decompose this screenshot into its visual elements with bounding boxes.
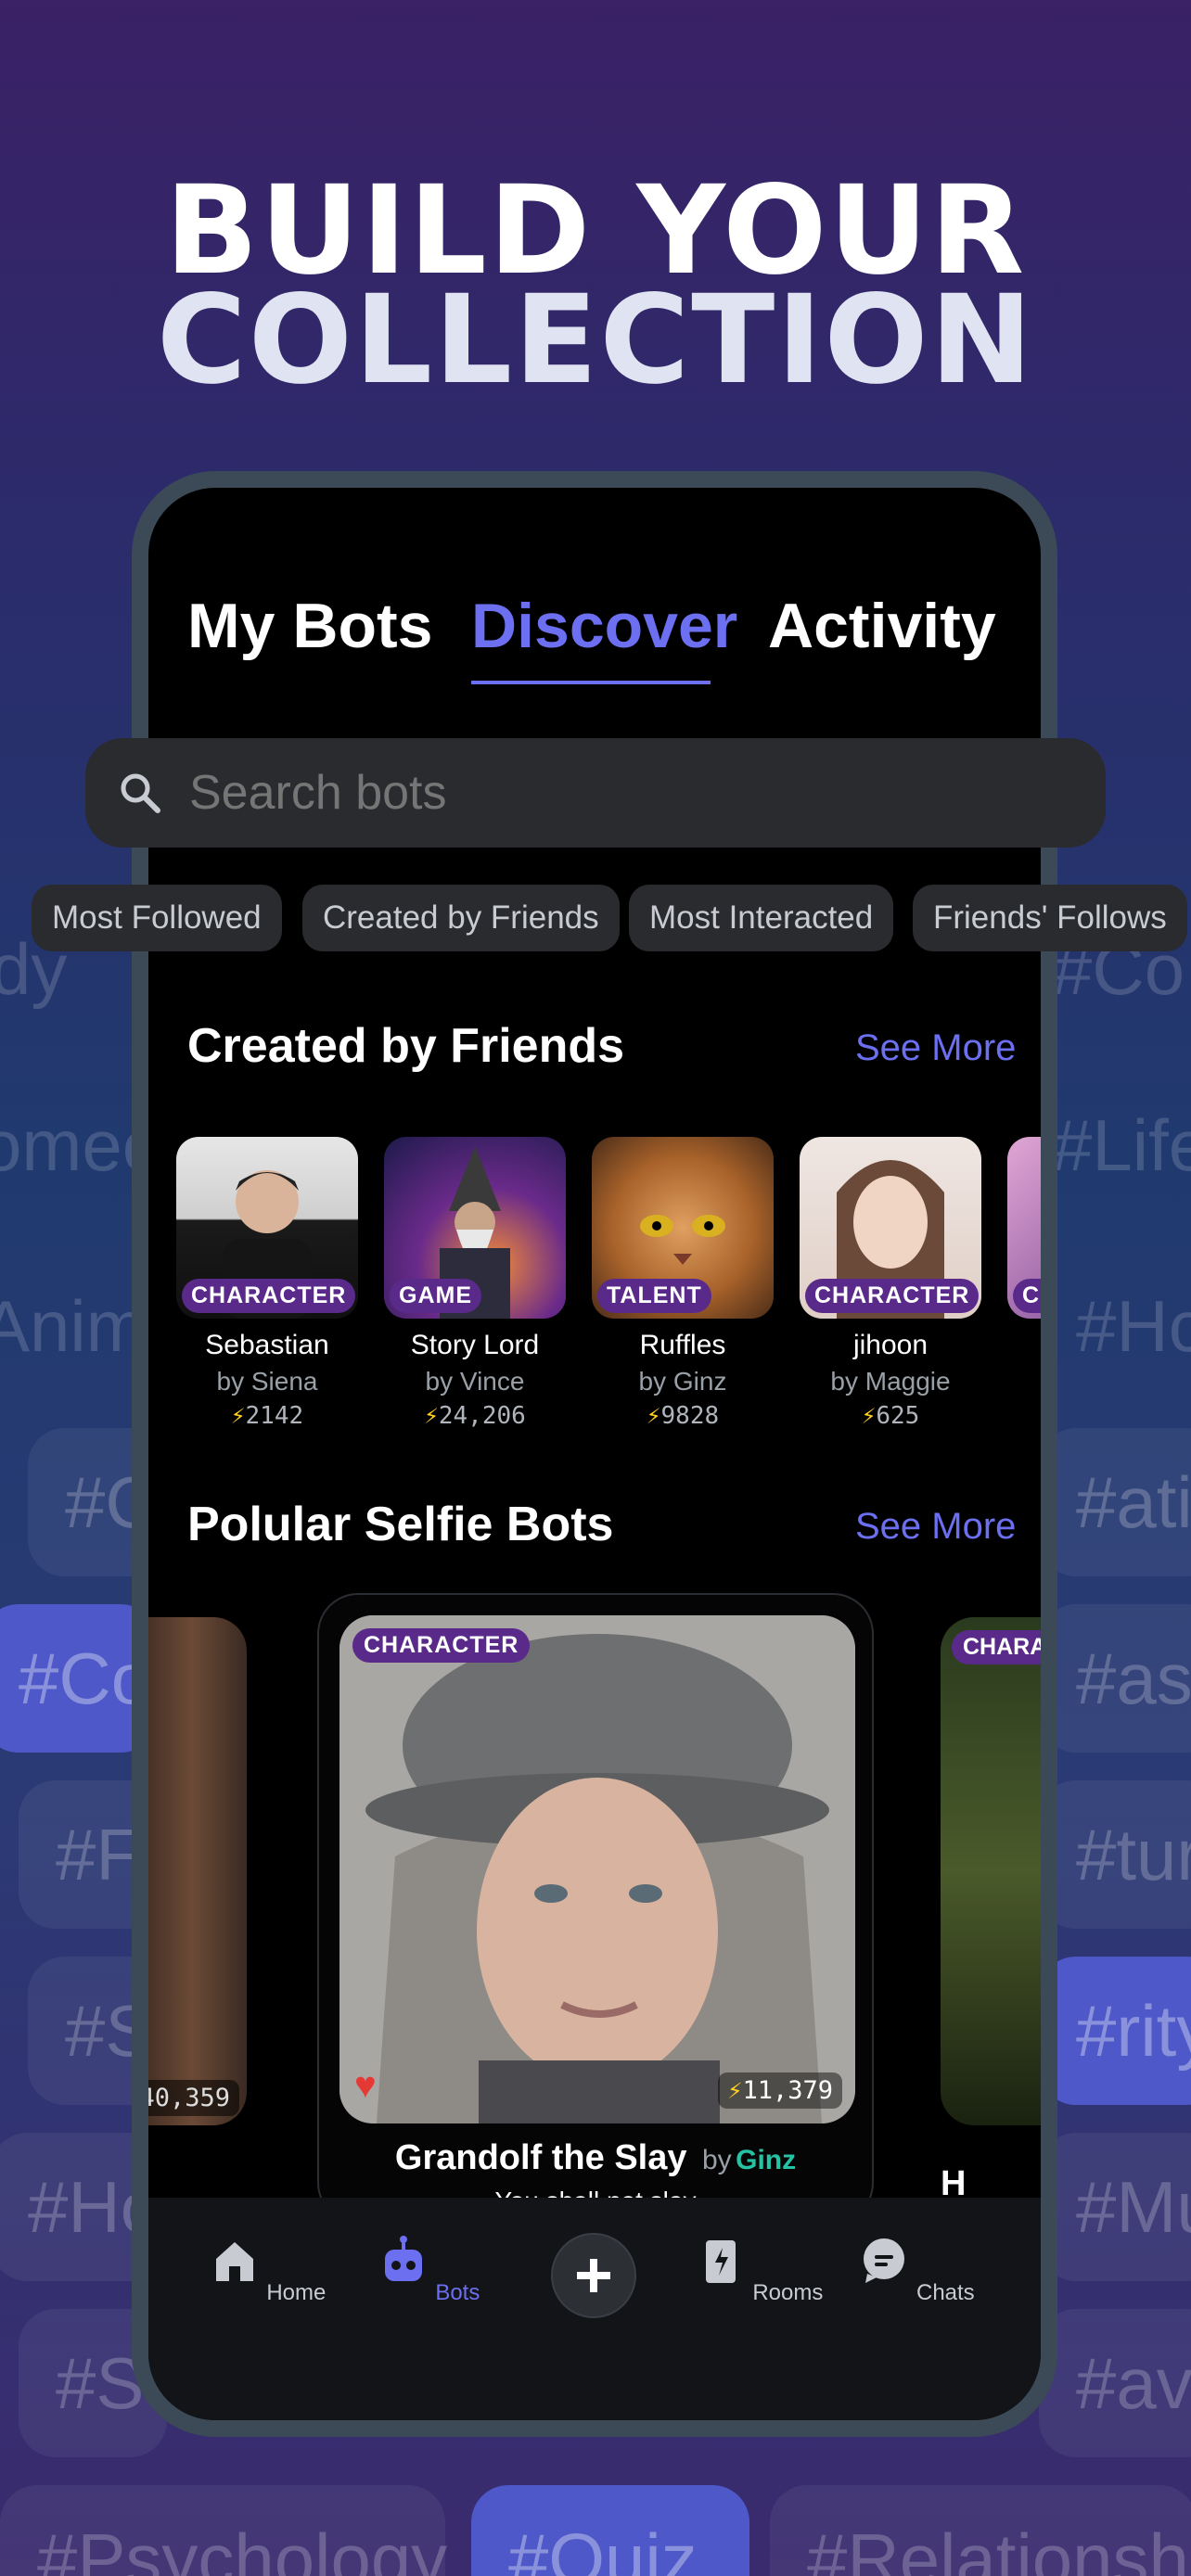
bot-card[interactable]: CH (1007, 1137, 1041, 1319)
category-badge: CHARACTER (805, 1279, 980, 1313)
selfie-name: Grandolf the Slay (394, 2138, 687, 2177)
bg-word: #Hc (1076, 1285, 1191, 1367)
score-label: 40,359 (148, 2080, 239, 2116)
bg-word: Anim (0, 1285, 147, 1367)
bot-card[interactable]: CHARACTER jihoon by Maggie ⚡625 (800, 1137, 981, 1430)
section-title-selfie: Polular Selfie Bots (187, 1498, 614, 1551)
bot-name: Story Lord (410, 1330, 540, 1360)
section-title-friends: Created by Friends (187, 1019, 625, 1073)
bolt-icon: ⚡ (230, 1402, 246, 1430)
selfie-card-right[interactable]: CHARA (941, 1617, 1041, 2125)
bot-name: jihoon (852, 1330, 928, 1360)
home-icon (215, 2242, 253, 2281)
bot-card[interactable]: TALENT Ruffles by Ginz ⚡9828 (592, 1137, 774, 1430)
bot-avatar: TALENT (592, 1137, 774, 1319)
nav-home[interactable]: Home (202, 2235, 332, 2306)
bot-score: ⚡625 (861, 1402, 920, 1430)
top-tabs: My Bots Discover Activity (148, 590, 1041, 682)
bg-word: #Life C (1052, 1104, 1191, 1186)
filter-chips: Most Followed Created by Friends Most In… (32, 885, 1191, 953)
bot-author: by Vince (425, 1367, 525, 1396)
bot-score: ⚡2142 (230, 1402, 304, 1430)
bg-tag: #ture (1039, 1780, 1191, 1929)
rooms-icon (705, 2240, 736, 2283)
heart-icon[interactable]: ♥ (354, 2065, 377, 2107)
bg-tag: #Psychology (0, 2485, 447, 2576)
filter-chip-most-followed[interactable]: Most Followed (32, 885, 282, 951)
score-label: ⚡11,379 (718, 2072, 842, 2109)
bg-tag: #Quiz (471, 2485, 749, 2576)
bot-score: ⚡9828 (646, 1402, 720, 1430)
selfie-card-left[interactable]: 40,359 (148, 1617, 247, 2125)
category-badge: GAME (390, 1279, 481, 1313)
bg-tag: #ashic (1039, 1604, 1191, 1753)
search-bar[interactable] (85, 738, 1106, 848)
tab-my-bots[interactable]: My Bots (187, 590, 432, 662)
nav-bots[interactable]: Bots (364, 2235, 493, 2306)
bot-icon (384, 2236, 422, 2281)
category-badge: TALENT (597, 1279, 711, 1313)
chat-icon (864, 2238, 905, 2283)
bolt-icon: ⚡ (861, 1402, 877, 1430)
category-badge: CHARACTER (352, 1628, 531, 1663)
category-badge: CHARACTER (182, 1279, 356, 1313)
selfie-author[interactable]: Ginz (736, 2145, 796, 2175)
add-bot-button[interactable] (551, 2233, 636, 2318)
see-more-selfie[interactable]: See More (855, 1506, 1016, 1548)
bolt-icon: ⚡ (727, 2076, 743, 2105)
bot-avatar: CHARACTER (176, 1137, 358, 1319)
bolt-icon: ⚡ (424, 1402, 439, 1430)
bg-tag: #avel (1039, 2309, 1191, 2457)
see-more-friends[interactable]: See More (855, 1027, 1016, 1069)
bot-score: ⚡24,206 (424, 1402, 526, 1430)
bg-tag: #rity (1039, 1957, 1191, 2105)
bg-tag: #ation (1039, 1428, 1191, 1576)
selfie-by: by (701, 2145, 732, 2175)
search-input[interactable] (189, 757, 1024, 829)
bot-name: Sebastian (205, 1330, 329, 1360)
bot-name: Ruffles (639, 1330, 726, 1360)
tab-discover[interactable]: Discover (471, 590, 737, 662)
bot-card[interactable]: CHARACTER Sebastian by Siena ⚡2142 (176, 1137, 358, 1430)
headline: BUILD YOUR COLLECTION (0, 170, 1191, 412)
nav-chats[interactable]: Chats (852, 2235, 981, 2306)
category-badge: CHARA (952, 1630, 1041, 1664)
nav-rooms[interactable]: Rooms (694, 2235, 824, 2306)
bot-avatar: CH (1007, 1137, 1041, 1319)
headline-line2: COLLECTION (156, 269, 1035, 412)
category-badge: CH (1013, 1279, 1041, 1313)
elderly-woman-illustration (339, 1615, 855, 2123)
bg-tag: #Relationsh (770, 2485, 1191, 2576)
bot-author: by Siena (216, 1367, 318, 1396)
filter-chip-most-interacted[interactable]: Most Interacted (629, 885, 894, 951)
active-tab-indicator (471, 681, 711, 684)
bolt-icon: ⚡ (646, 1402, 661, 1430)
bot-author: by Maggie (830, 1367, 951, 1396)
bot-avatar: GAME (384, 1137, 566, 1319)
bg-tag: #Musi (1039, 2133, 1191, 2281)
search-icon (121, 773, 160, 813)
selfie-photo: CHARACTER ♥ ⚡11,379 (339, 1615, 855, 2123)
filter-chip-friends-follows[interactable]: Friends' Follows (913, 885, 1187, 951)
tab-activity[interactable]: Activity (768, 590, 996, 662)
bot-avatar: CHARACTER (800, 1137, 981, 1319)
filter-chip-created-by-friends[interactable]: Created by Friends (302, 885, 620, 951)
bot-author: by Ginz (638, 1367, 727, 1396)
bot-card[interactable]: GAME Story Lord by Vince ⚡24,206 (384, 1137, 566, 1430)
bottom-nav: Home Bots Rooms Chats (148, 2198, 1041, 2420)
selfie-card[interactable]: CHARACTER ♥ ⚡11,379 Grandolf the Slay by… (317, 1593, 874, 2224)
plus-icon (577, 2259, 610, 2292)
selfie-title-row: Grandolf the Slay by Ginz (319, 2138, 872, 2178)
